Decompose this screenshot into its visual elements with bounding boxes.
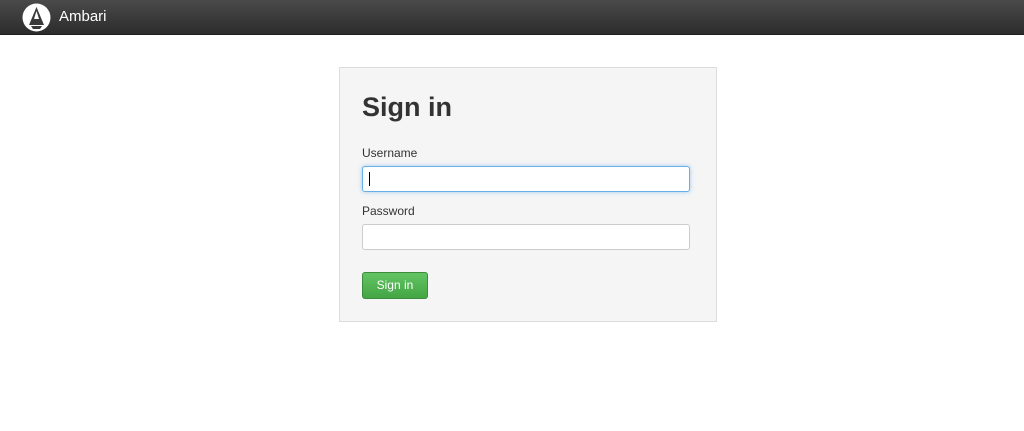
- password-input[interactable]: [362, 224, 690, 250]
- login-panel: Sign in Username Password Sign in: [339, 67, 717, 322]
- page-title: Sign in: [362, 92, 452, 122]
- brand-name[interactable]: Ambari: [59, 8, 107, 26]
- username-input[interactable]: [362, 166, 690, 192]
- ambari-logo-icon[interactable]: [22, 3, 51, 32]
- text-cursor: [369, 172, 370, 186]
- sign-in-button[interactable]: Sign in: [362, 272, 428, 299]
- top-navbar: Ambari: [0, 0, 1024, 35]
- password-label: Password: [362, 204, 415, 218]
- username-label: Username: [362, 146, 418, 160]
